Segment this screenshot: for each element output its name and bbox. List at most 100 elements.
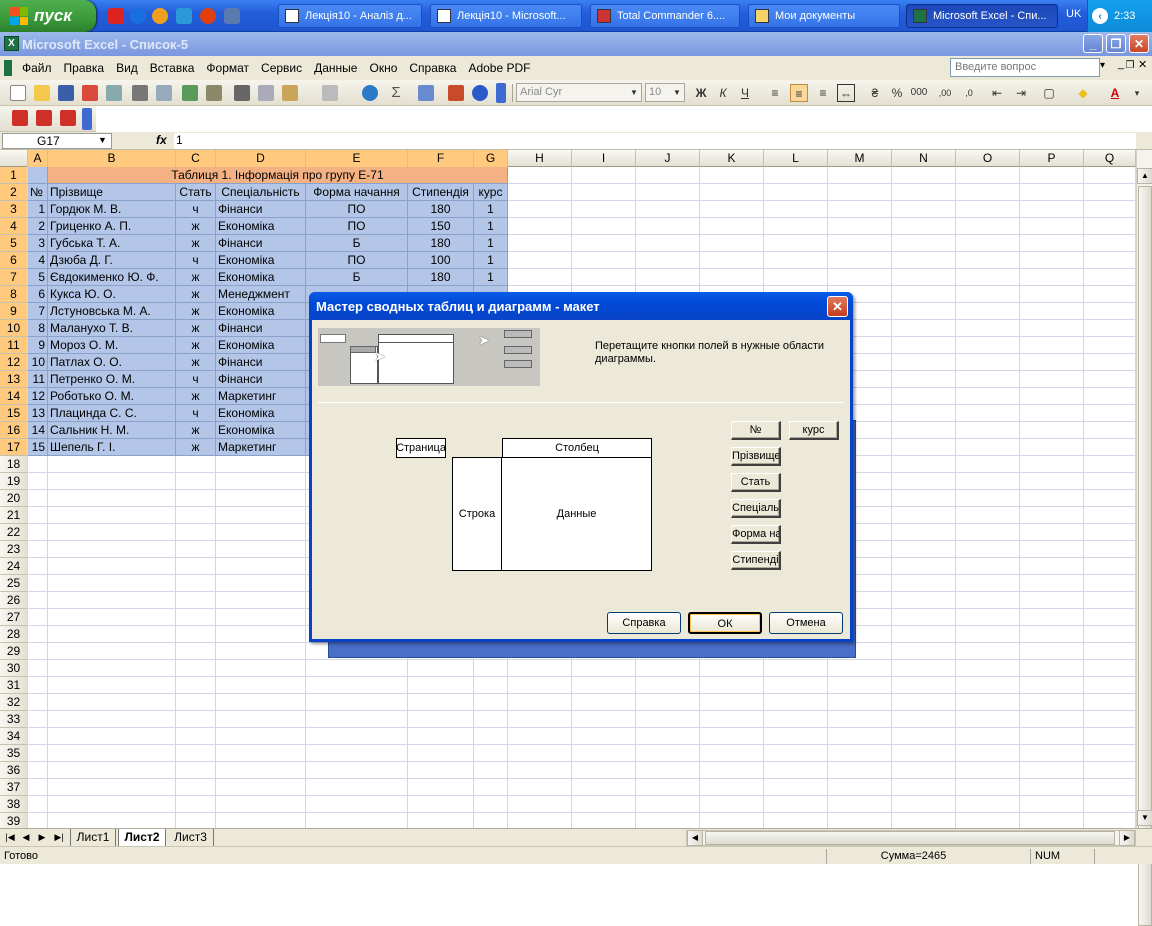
row-header-19[interactable]: 19 bbox=[0, 473, 28, 490]
bold-button[interactable]: Ж bbox=[692, 84, 710, 102]
menu-format[interactable]: Формат bbox=[200, 61, 255, 75]
menu-insert[interactable]: Вставка bbox=[144, 61, 201, 75]
table-cell[interactable]: 8 bbox=[28, 320, 48, 337]
table-cell[interactable]: ПО bbox=[306, 218, 408, 235]
sheet-tab-2[interactable]: Лист2 bbox=[118, 829, 166, 846]
table-cell[interactable]: Маланухо Т. В. bbox=[48, 320, 176, 337]
header-cell[interactable]: Прізвище bbox=[48, 184, 176, 201]
quicklaunch-save-icon[interactable] bbox=[108, 8, 124, 24]
doc-restore-button[interactable]: ❐ bbox=[1120, 60, 1135, 71]
row-header-9[interactable]: 9 bbox=[0, 303, 28, 320]
table-cell[interactable]: Мороз О. М. bbox=[48, 337, 176, 354]
column-header-k[interactable]: K bbox=[700, 150, 764, 167]
close-button[interactable]: ✕ bbox=[1129, 34, 1149, 53]
row-header-38[interactable]: 38 bbox=[0, 796, 28, 813]
table-cell[interactable]: Економіка bbox=[216, 269, 306, 286]
table-cell[interactable]: ж bbox=[176, 439, 216, 456]
table-cell[interactable]: 10 bbox=[28, 354, 48, 371]
table-cell[interactable]: Фінанси bbox=[216, 320, 306, 337]
align-left-button[interactable]: ≡ bbox=[766, 84, 784, 102]
row-header-25[interactable]: 25 bbox=[0, 575, 28, 592]
table-cell[interactable]: 1 bbox=[28, 201, 48, 218]
convert-to-pdf-icon[interactable] bbox=[12, 110, 28, 126]
row-header-7[interactable]: 7 bbox=[0, 269, 28, 286]
table-cell[interactable]: Дзюба Д. Г. bbox=[48, 252, 176, 269]
table-cell[interactable]: Економіка bbox=[216, 252, 306, 269]
row-header-27[interactable]: 27 bbox=[0, 609, 28, 626]
open-icon[interactable] bbox=[34, 85, 50, 101]
row-header-13[interactable]: 13 bbox=[0, 371, 28, 388]
table-cell[interactable]: Фінанси bbox=[216, 201, 306, 218]
table-title[interactable]: Таблиця 1. Інформація про групу Е-71 bbox=[48, 167, 508, 184]
row-header-37[interactable]: 37 bbox=[0, 779, 28, 796]
table-cell[interactable]: ПО bbox=[306, 201, 408, 218]
chart-wizard-icon[interactable] bbox=[448, 85, 464, 101]
row-header-29[interactable]: 29 bbox=[0, 643, 28, 660]
percent-button[interactable]: % bbox=[888, 84, 906, 102]
table-cell[interactable]: ч bbox=[176, 371, 216, 388]
pdf-review-icon[interactable] bbox=[60, 110, 76, 126]
row-header-6[interactable]: 6 bbox=[0, 252, 28, 269]
table-cell[interactable]: ж bbox=[176, 422, 216, 439]
row-header-21[interactable]: 21 bbox=[0, 507, 28, 524]
field-button-number[interactable]: № bbox=[731, 421, 781, 440]
column-header-f[interactable]: F bbox=[408, 150, 474, 167]
table-cell[interactable]: ж bbox=[176, 218, 216, 235]
email-icon[interactable] bbox=[106, 85, 122, 101]
ok-button[interactable]: ОК bbox=[688, 612, 762, 634]
field-button-scholarship[interactable]: Стипенді bbox=[731, 551, 781, 570]
table-cell[interactable]: 15 bbox=[28, 439, 48, 456]
menu-view[interactable]: Вид bbox=[110, 61, 144, 75]
row-header-18[interactable]: 18 bbox=[0, 456, 28, 473]
header-cell[interactable]: Стипендія bbox=[408, 184, 474, 201]
table-cell[interactable]: 9 bbox=[28, 337, 48, 354]
sheet-tab-3[interactable]: Лист3 bbox=[168, 829, 214, 846]
column-header-j[interactable]: J bbox=[636, 150, 700, 167]
help-button[interactable]: Справка bbox=[607, 612, 681, 634]
column-header-d[interactable]: D bbox=[216, 150, 306, 167]
table-cell[interactable]: 1 bbox=[474, 235, 508, 252]
internet-explorer-icon[interactable] bbox=[130, 8, 146, 24]
table-cell[interactable]: Економіка bbox=[216, 405, 306, 422]
media-player-icon[interactable] bbox=[152, 8, 168, 24]
decrease-indent-button[interactable]: ⇤ bbox=[988, 84, 1006, 102]
table-cell[interactable]: ж bbox=[176, 354, 216, 371]
task-excel[interactable]: Microsoft Excel - Спи... bbox=[906, 4, 1058, 28]
column-header-i[interactable]: I bbox=[572, 150, 636, 167]
table-cell[interactable]: 6 bbox=[28, 286, 48, 303]
autosum-icon[interactable]: Σ bbox=[388, 85, 404, 101]
formula-input[interactable]: 1 bbox=[174, 133, 1136, 149]
table-cell[interactable]: Менеджмент bbox=[216, 286, 306, 303]
prev-sheet-icon[interactable]: ◀ bbox=[20, 829, 32, 846]
first-sheet-icon[interactable]: |◀ bbox=[4, 829, 16, 846]
row-header-20[interactable]: 20 bbox=[0, 490, 28, 507]
name-box-dropdown-icon[interactable]: ▼ bbox=[98, 135, 107, 145]
quicklaunch-doc-icon[interactable] bbox=[224, 8, 240, 24]
opera-icon[interactable] bbox=[200, 8, 216, 24]
table-cell[interactable]: 100 bbox=[408, 252, 474, 269]
table-cell[interactable]: 1 bbox=[474, 218, 508, 235]
table-cell[interactable]: Б bbox=[306, 235, 408, 252]
permission-icon[interactable] bbox=[82, 85, 98, 101]
row-header-8[interactable]: 8 bbox=[0, 286, 28, 303]
row-header-17[interactable]: 17 bbox=[0, 439, 28, 456]
align-center-button[interactable]: ≡ bbox=[790, 84, 808, 102]
table-cell[interactable]: Плацинда С. С. bbox=[48, 405, 176, 422]
row-drop-zone[interactable]: Строка bbox=[452, 457, 502, 571]
cut-icon[interactable] bbox=[234, 85, 250, 101]
ask-dropdown-icon[interactable]: ▾ bbox=[1100, 60, 1105, 71]
merge-center-button[interactable]: ⇔ bbox=[837, 84, 855, 102]
toolbar-options-icon[interactable] bbox=[496, 83, 506, 103]
table-cell[interactable]: ж bbox=[176, 286, 216, 303]
row-header-34[interactable]: 34 bbox=[0, 728, 28, 745]
underline-button[interactable]: Ч bbox=[736, 84, 754, 102]
currency-button[interactable]: ₴ bbox=[866, 84, 884, 102]
table-cell[interactable]: ж bbox=[176, 388, 216, 405]
table-cell[interactable]: 3 bbox=[28, 235, 48, 252]
row-header-23[interactable]: 23 bbox=[0, 541, 28, 558]
table-cell[interactable]: ж bbox=[176, 235, 216, 252]
table-cell[interactable]: Маркетинг bbox=[216, 439, 306, 456]
table-cell[interactable]: 180 bbox=[408, 201, 474, 218]
table-cell[interactable]: 7 bbox=[28, 303, 48, 320]
hyperlink-icon[interactable] bbox=[362, 85, 378, 101]
